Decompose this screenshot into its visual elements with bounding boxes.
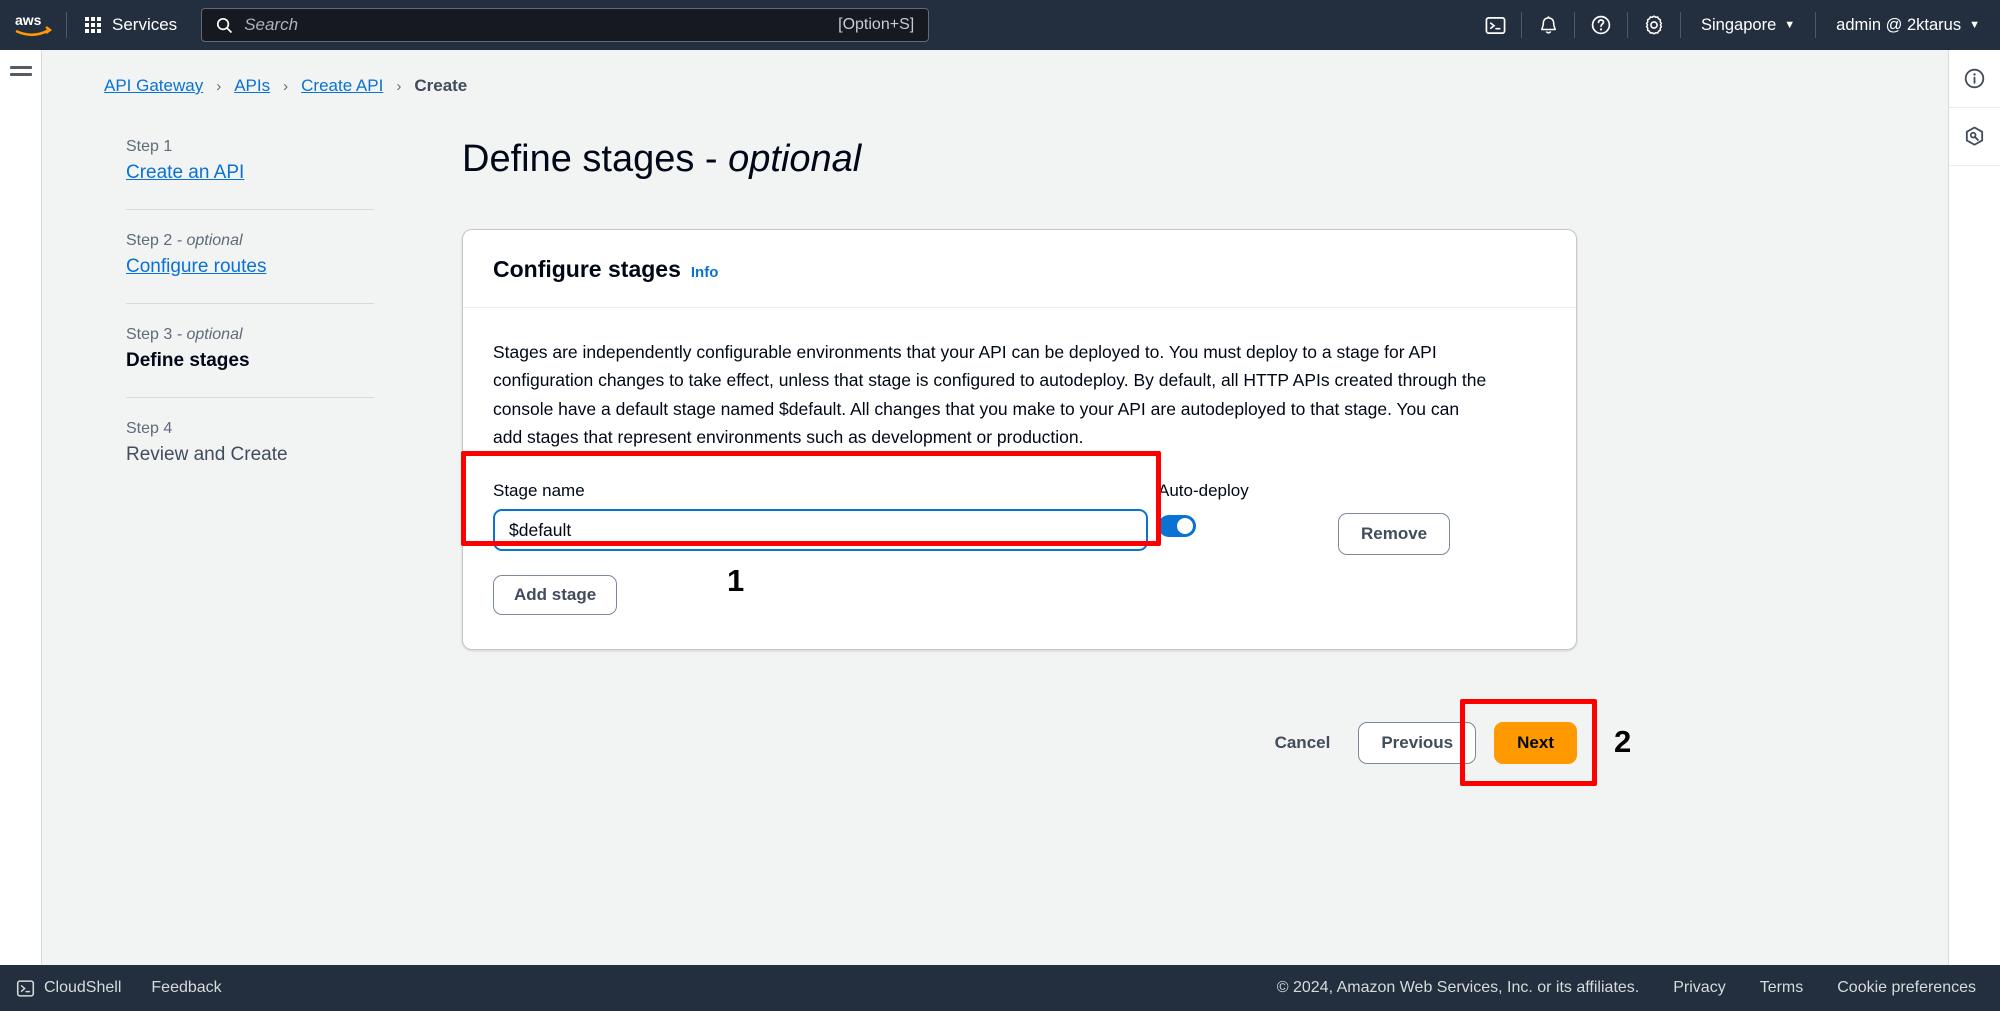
- stages-description: Stages are independently configurable en…: [493, 342, 1487, 448]
- step-divider: [126, 303, 374, 304]
- wizard-step-3-title: Define stages: [126, 350, 250, 371]
- footer-left-group: CloudShell Feedback: [0, 979, 222, 998]
- previous-button[interactable]: Previous: [1358, 722, 1477, 764]
- autodeploy-label: Auto-deploy: [1158, 481, 1249, 501]
- terms-link[interactable]: Terms: [1760, 979, 1804, 997]
- annotation-marker-1: 1: [727, 563, 745, 598]
- breadcrumb-item-api-gateway[interactable]: API Gateway: [104, 76, 203, 96]
- menu-toggle-icon[interactable]: [9, 66, 32, 76]
- card-body: Stages are independently configurable en…: [461, 308, 1576, 649]
- stage-name-label: Stage name: [493, 481, 585, 501]
- search-placeholder: Search: [244, 15, 299, 34]
- stage-name-input[interactable]: [493, 509, 1148, 552]
- hexagon-tools-icon[interactable]: [1949, 108, 2000, 166]
- privacy-link[interactable]: Privacy: [1673, 979, 1725, 997]
- wizard-action-bar: Cancel Previous Next 2: [462, 699, 1631, 786]
- page-title: Define stages - optional: [462, 138, 862, 180]
- wizard-step-4: Step 4 Review and Create: [104, 420, 374, 466]
- stage-row: Stage name Auto-deploy Remove: [493, 481, 1546, 556]
- info-circle-icon[interactable]: [1949, 50, 2000, 108]
- wizard-step-3-label: Step 3 - optional: [126, 326, 243, 343]
- breadcrumb-separator-icon: ›: [283, 77, 289, 95]
- configure-stages-card: Configure stages Info Stages are indepen…: [461, 229, 1577, 651]
- wizard-step-2-label: Step 2 - optional: [126, 232, 243, 249]
- grid-icon: [85, 17, 101, 33]
- breadcrumb-separator-icon: ›: [216, 77, 222, 95]
- info-link[interactable]: Info: [691, 264, 719, 281]
- svg-text:aws: aws: [15, 12, 42, 28]
- feedback-link[interactable]: Feedback: [151, 979, 221, 997]
- account-menu[interactable]: admin @ 2ktarus ▼: [1816, 0, 2000, 50]
- next-button[interactable]: Next: [1494, 722, 1577, 764]
- annotation-marker-2: 2: [1614, 724, 1632, 759]
- remove-stage-button[interactable]: Remove: [1338, 513, 1451, 556]
- left-rail: [0, 50, 42, 965]
- cloudshell-icon[interactable]: [1469, 0, 1521, 50]
- region-selector[interactable]: Singapore ▼: [1681, 0, 1815, 50]
- breadcrumb: API Gateway › APIs › Create API › Create: [104, 76, 467, 96]
- step-divider: [126, 209, 374, 210]
- cloudshell-label: CloudShell: [44, 979, 122, 996]
- wizard-step-4-title: Review and Create: [126, 444, 288, 465]
- aws-logo[interactable]: aws: [0, 0, 66, 50]
- wizard-step-2: Step 2 - optional Configure routes: [104, 232, 374, 278]
- chevron-down-icon: ▼: [1784, 19, 1796, 31]
- services-menu-button[interactable]: Services: [67, 0, 195, 50]
- main-content-area: API Gateway › APIs › Create API › Create…: [42, 50, 1948, 965]
- add-stage-button[interactable]: Add stage: [493, 575, 618, 616]
- wizard-step-1-label: Step 1: [126, 138, 173, 155]
- cloudshell-button[interactable]: CloudShell: [16, 979, 121, 998]
- wizard-step-4-label: Step 4: [126, 420, 173, 437]
- wizard-step-2-title[interactable]: Configure routes: [126, 256, 374, 278]
- settings-icon[interactable]: [1628, 0, 1680, 50]
- card-header: Configure stages Info: [463, 230, 1576, 308]
- footer-right-group: © 2024, Amazon Web Services, Inc. or its…: [1277, 979, 2000, 997]
- page-footer: CloudShell Feedback © 2024, Amazon Web S…: [0, 965, 2000, 1011]
- top-nav-right-group: Singapore ▼ admin @ 2ktarus ▼: [1469, 0, 2000, 50]
- account-label: admin @ 2ktarus: [1836, 15, 1962, 34]
- wizard-steps-sidebar: Step 1 Create an API Step 2 - optional C…: [104, 138, 374, 466]
- cookie-preferences-link[interactable]: Cookie preferences: [1837, 979, 1976, 997]
- cloudshell-icon: [16, 979, 35, 997]
- bell-icon[interactable]: [1522, 0, 1574, 50]
- chevron-down-icon: ▼: [1969, 19, 1980, 31]
- step-divider: [126, 397, 374, 398]
- wizard-step-1: Step 1 Create an API: [104, 138, 374, 184]
- card-title: Configure stages: [493, 256, 681, 282]
- breadcrumb-item-create: Create: [414, 76, 468, 95]
- breadcrumb-separator-icon: ›: [396, 77, 402, 95]
- wizard-step-3: Step 3 - optional Define stages: [104, 326, 374, 372]
- autodeploy-toggle[interactable]: [1158, 515, 1196, 538]
- cancel-button[interactable]: Cancel: [1247, 733, 1359, 753]
- right-rail: [1948, 50, 2000, 965]
- copyright-text: © 2024, Amazon Web Services, Inc. or its…: [1276, 979, 1640, 996]
- top-navigation-bar: aws Services Search [Option+S] Singapore…: [0, 0, 2000, 50]
- stage-name-group: Stage name: [493, 481, 1158, 552]
- wizard-step-1-title[interactable]: Create an API: [126, 162, 374, 184]
- search-shortcut-hint: [Option+S]: [838, 16, 915, 33]
- wizard-main-panel: Define stages - optional Configure stage…: [461, 138, 1592, 651]
- search-icon: [217, 17, 233, 33]
- services-label: Services: [112, 15, 178, 34]
- toggle-knob: [1177, 518, 1193, 535]
- help-icon[interactable]: [1575, 0, 1627, 50]
- breadcrumb-item-apis[interactable]: APIs: [234, 76, 270, 96]
- autodeploy-group: Auto-deploy: [1158, 481, 1338, 538]
- region-label: Singapore: [1701, 15, 1777, 34]
- global-search-box[interactable]: Search [Option+S]: [201, 8, 930, 42]
- breadcrumb-item-create-api[interactable]: Create API: [301, 76, 383, 96]
